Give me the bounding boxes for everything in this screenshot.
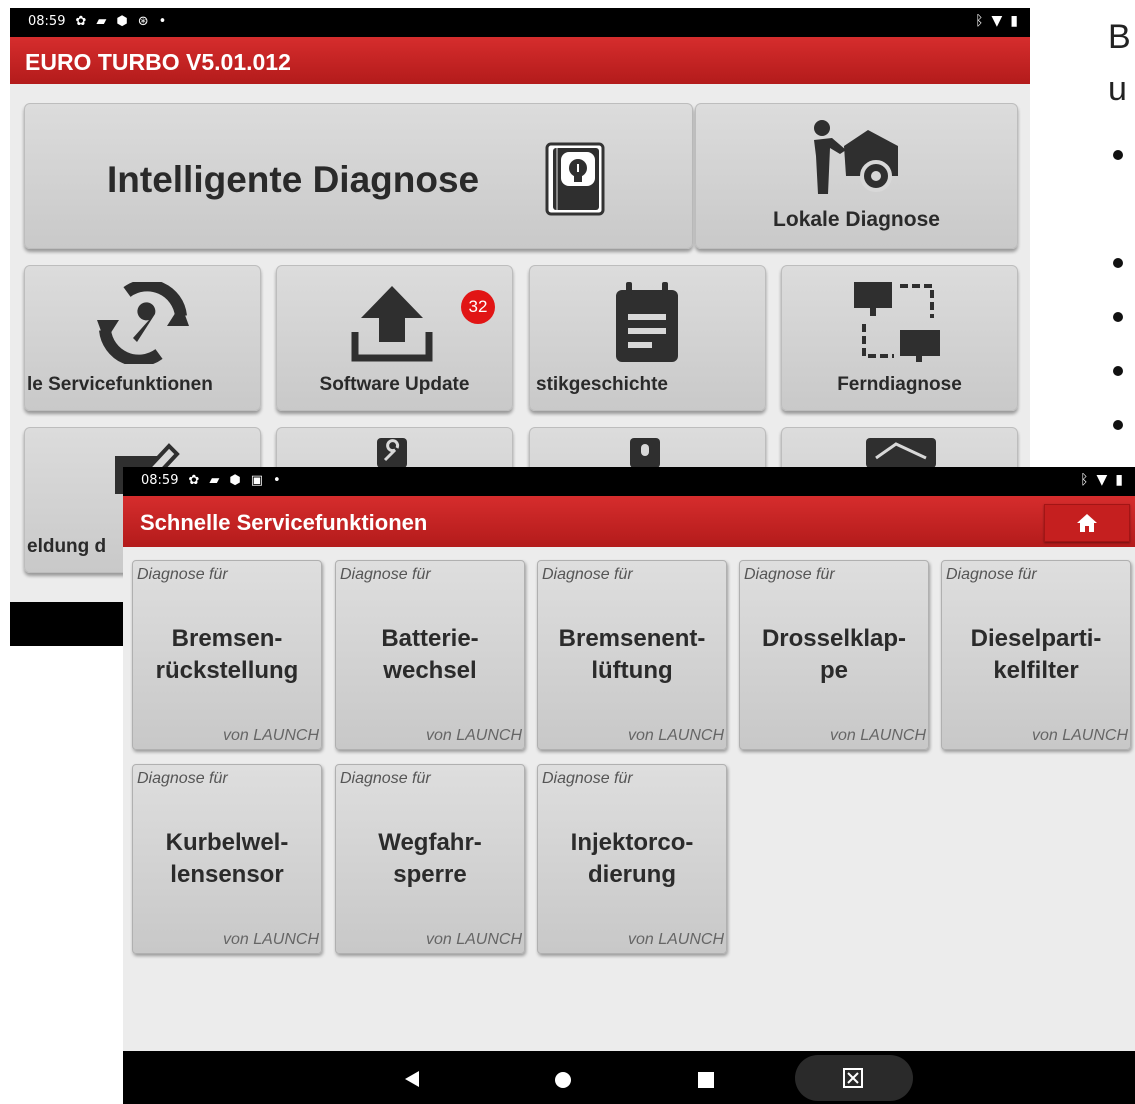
service-brake-bleeding[interactable]: Diagnose für Bremsenent- lüftung von LAU… xyxy=(537,560,727,750)
status-bar: 08:59 ✿ ▰ ⬢ ▣ • ᛒ ▼ ▮ xyxy=(123,467,1135,496)
status-time: 08:59 xyxy=(141,473,179,488)
quick-service-functions-button[interactable]: le Servicefunktionen xyxy=(24,265,261,411)
bullet xyxy=(1113,366,1123,376)
settings-status-icon: ✿ xyxy=(188,473,200,488)
software-update-button[interactable]: 32 Software Update xyxy=(276,265,513,411)
service-injector-coding[interactable]: Diagnose für Injektorco- dierung von LAU… xyxy=(537,764,727,954)
service-name: Drosselklap- pe xyxy=(761,625,907,684)
service-immobilizer[interactable]: Diagnose für Wegfahr- sperre von LAUNCH xyxy=(335,764,525,954)
wrench-icon xyxy=(377,438,407,468)
home-nav-icon[interactable] xyxy=(555,1072,571,1088)
wifi-icon: ▼ xyxy=(991,13,1003,29)
service-brake-reset[interactable]: Diagnose für Bremsen- rückstellung von L… xyxy=(132,560,322,750)
service-name: Bremsen- rückstellung xyxy=(155,625,299,684)
accessibility-status-icon: ⊛ xyxy=(137,14,149,29)
wifi-icon: ▼ xyxy=(1096,472,1108,488)
dot-status-icon: • xyxy=(158,14,167,29)
service-throttle[interactable]: Diagnose für Drosselklap- pe von LAUNCH xyxy=(739,560,929,750)
wrench-refresh-icon xyxy=(97,282,189,364)
shield-status-icon: ⬢ xyxy=(116,14,128,29)
screen-title: Schnelle Servicefunktionen xyxy=(140,510,428,535)
mechanic-car-icon xyxy=(814,120,898,194)
service-caption: Diagnose für xyxy=(137,566,228,583)
status-time: 08:59 xyxy=(28,14,66,29)
settings-status-icon: ✿ xyxy=(75,14,87,29)
service-name: Batterie- wechsel xyxy=(381,625,479,684)
home-button[interactable] xyxy=(1044,504,1130,542)
screenshot-icon xyxy=(843,1068,863,1088)
bullet xyxy=(1113,312,1123,322)
service-name: Kurbelwel- lensensor xyxy=(165,829,289,888)
person-icon xyxy=(630,438,660,468)
service-vendor: von LAUNCH xyxy=(425,727,522,744)
service-dpf[interactable]: Diagnose für Dieselparti- kelfilter von … xyxy=(941,560,1131,750)
service-vendor: von LAUNCH xyxy=(425,931,522,948)
service-vendor: von LAUNCH xyxy=(222,931,319,948)
service-name: Bremsenent- lüftung xyxy=(558,625,706,684)
car-icon xyxy=(866,438,936,468)
side-text-line-2: u xyxy=(1108,70,1127,108)
quick-service-screen: 08:59 ✿ ▰ ⬢ ▣ • ᛒ ▼ ▮ Schnelle Servicefu… xyxy=(123,467,1135,1104)
update-count-badge: 32 xyxy=(461,290,495,324)
service-crankshaft-sensor[interactable]: Diagnose für Kurbelwel- lensensor von LA… xyxy=(132,764,322,954)
screenshot-button[interactable] xyxy=(795,1055,913,1101)
service-vendor: von LAUNCH xyxy=(222,727,319,744)
status-bar: 08:59 ✿ ▰ ⬢ ⊛ • ᛒ ▼ ▮ xyxy=(10,8,1030,37)
service-name: Injektorco- dierung xyxy=(570,829,694,888)
recents-icon[interactable] xyxy=(698,1072,714,1088)
shield-status-icon: ⬢ xyxy=(229,473,241,488)
service-name: Wegfahr- sperre xyxy=(378,829,482,888)
bullet xyxy=(1113,420,1123,430)
battery-icon: ▮ xyxy=(1115,472,1123,488)
side-text-line-1: B xyxy=(1108,18,1131,56)
software-update-label: Software Update xyxy=(319,374,470,395)
screen-title-bar: Schnelle Servicefunktionen xyxy=(123,496,1135,547)
service-vendor: von LAUNCH xyxy=(1031,727,1128,744)
service-caption: Diagnose für xyxy=(744,566,835,583)
photo-status-icon: ▰ xyxy=(96,14,107,29)
diagnosis-history-label: stikgeschichte xyxy=(536,374,668,395)
bluetooth-icon: ᛒ xyxy=(1080,472,1089,488)
service-caption: Diagnose für xyxy=(340,566,431,583)
photo-status-icon: ▰ xyxy=(209,473,220,488)
image-status-icon: ▣ xyxy=(250,473,264,488)
service-name: Dieselparti- kelfilter xyxy=(970,625,1102,684)
local-diagnosis-button[interactable]: Lokale Diagnose xyxy=(695,103,1018,249)
quick-service-functions-label: le Servicefunktionen xyxy=(27,374,213,395)
service-caption: Diagnose für xyxy=(340,770,431,787)
dot-status-icon: • xyxy=(273,473,281,488)
service-caption: Diagnose für xyxy=(137,770,228,787)
service-caption: Diagnose für xyxy=(542,770,633,787)
upload-icon xyxy=(351,286,433,362)
service-caption: Diagnose für xyxy=(542,566,633,583)
service-caption: Diagnose für xyxy=(946,566,1037,583)
diagnosis-history-button[interactable]: stikgeschichte xyxy=(529,265,766,411)
android-nav-bar xyxy=(123,1051,1135,1104)
local-diagnosis-label: Lokale Diagnose xyxy=(773,208,940,231)
lightbulb-book-icon xyxy=(545,142,605,216)
remote-diagnosis-button[interactable]: Ferndiagnose xyxy=(781,265,1018,411)
battery-icon: ▮ xyxy=(1010,13,1018,29)
service-vendor: von LAUNCH xyxy=(829,727,926,744)
service-vendor: von LAUNCH xyxy=(627,727,724,744)
home-icon xyxy=(1077,514,1097,532)
clipboard-icon xyxy=(616,282,678,362)
service-vendor: von LAUNCH xyxy=(627,931,724,948)
bluetooth-icon: ᛒ xyxy=(975,13,984,29)
app-title-bar: EURO TURBO V5.01.012 xyxy=(10,37,1030,84)
intelligent-diagnosis-button[interactable]: Intelligente Diagnose xyxy=(24,103,693,249)
app-title: EURO TURBO V5.01.012 xyxy=(25,49,291,75)
bullet xyxy=(1113,258,1123,268)
back-icon[interactable] xyxy=(405,1071,419,1087)
bullet xyxy=(1113,150,1123,160)
remote-monitors-icon xyxy=(854,282,940,362)
remote-diagnosis-label: Ferndiagnose xyxy=(837,374,962,395)
service-battery-change[interactable]: Diagnose für Batterie- wechsel von LAUNC… xyxy=(335,560,525,750)
